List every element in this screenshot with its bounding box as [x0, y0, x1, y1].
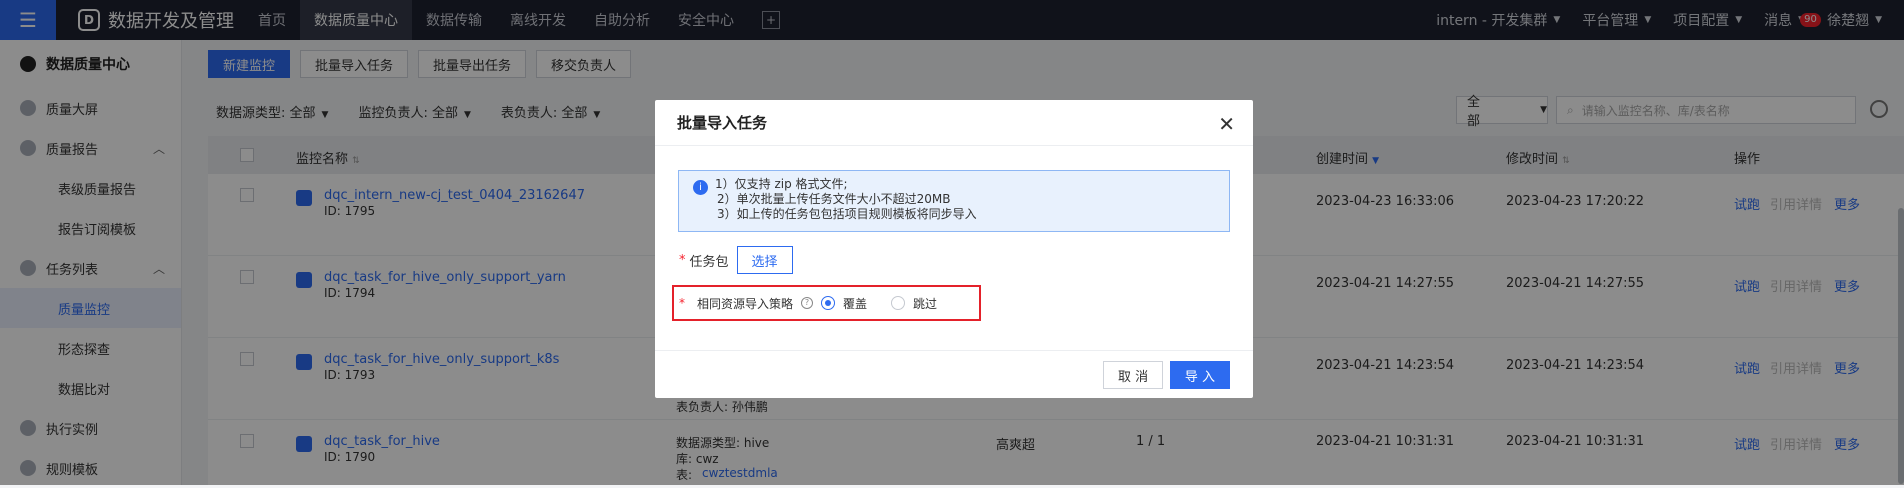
import-button[interactable]: 导 入 [1170, 361, 1230, 389]
required-mark: * [679, 252, 686, 268]
dialog-footer: 取 消 导 入 [655, 350, 1253, 398]
help-icon[interactable]: ? [801, 297, 814, 309]
package-label: 任务包 [689, 254, 729, 270]
info-icon: i [693, 180, 708, 195]
radio-unchecked-icon[interactable] [891, 296, 906, 310]
option-overwrite-label: 覆盖 [843, 296, 868, 311]
strategy-label: 相同资源导入策略 [697, 296, 794, 311]
info-line: 1）仅支持 zip 格式文件; [715, 177, 848, 191]
choose-file-button[interactable]: 选择 [736, 246, 793, 274]
required-mark: * [679, 296, 685, 310]
option-overwrite[interactable]: 覆盖 [821, 295, 867, 312]
info-alert: i 1）仅支持 zip 格式文件; 2）单次批量上传任务文件大小不超过20MB … [678, 170, 1230, 232]
package-field: * 任务包 选择 [679, 246, 793, 274]
radio-checked-icon[interactable] [821, 296, 836, 310]
option-skip[interactable]: 跳过 [891, 295, 937, 312]
cancel-button[interactable]: 取 消 [1103, 361, 1164, 389]
batch-import-dialog: 批量导入任务 ✕ i 1）仅支持 zip 格式文件; 2）单次批量上传任务文件大… [655, 100, 1253, 398]
info-line: 2）单次批量上传任务文件大小不超过20MB [717, 192, 951, 206]
option-skip-label: 跳过 [913, 296, 938, 311]
dialog-title: 批量导入任务 [655, 100, 1253, 146]
close-icon[interactable]: ✕ [1218, 112, 1235, 136]
info-line: 3）如上传的任务包包括项目规则模板将同步导入 [717, 207, 977, 221]
import-strategy-field: * 相同资源导入策略 ? 覆盖 跳过 [672, 285, 981, 321]
